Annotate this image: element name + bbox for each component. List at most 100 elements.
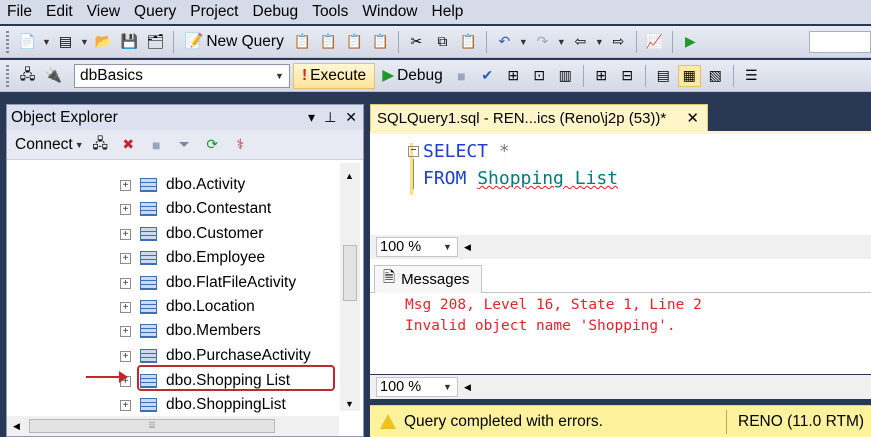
undo-icon[interactable]: ↶ [493,31,516,53]
chevron-down-icon[interactable]: ▼ [42,37,51,47]
stop-icon[interactable]: ■ [450,65,473,87]
activity-monitor-icon[interactable]: ⚕ [229,134,252,156]
expand-icon[interactable]: + [120,325,131,337]
results-to-grid-icon[interactable]: ▦ [677,64,701,87]
execute-button[interactable]: ! Execute [293,62,376,89]
filter-icon[interactable]: ⏷ [173,134,196,156]
menu-file[interactable]: File [0,0,39,24]
dmx-query-icon[interactable]: 📋 [343,31,366,53]
menu-window[interactable]: Window [355,0,424,24]
solution-configuration-box[interactable] [809,30,871,53]
tree-item-flatfileactivity[interactable]: + dbo.FlatFileActivity [120,272,296,294]
tree-item-employee[interactable]: + dbo.Employee [120,247,265,269]
tree-item-location[interactable]: + dbo.Location [120,296,255,318]
table-icon [140,324,157,338]
menu-view[interactable]: View [80,0,127,24]
scroll-left-icon[interactable]: ◀ [464,242,471,253]
open-folder-icon[interactable]: 📂 [92,31,115,53]
scroll-thumb[interactable] [343,245,357,301]
include-actual-plan-icon[interactable]: ⊞ [590,65,613,87]
tab-sqlquery1[interactable]: SQLQuery1.sql - REN...ics (Reno\j2p (53)… [370,104,708,131]
query-editor[interactable]: − SELECT * FROM Shopping List [370,131,871,235]
expand-icon[interactable]: + [120,228,131,240]
navigate-backward-icon[interactable]: ⇦ [569,31,592,53]
results-to-file-icon[interactable]: ▧ [704,65,727,87]
copy-icon[interactable]: ⧉ [431,31,454,53]
database-engine-query-icon[interactable]: 📋 [291,31,314,53]
scroll-left-icon[interactable]: ◀ [13,421,20,432]
parse-checkmark-icon[interactable]: ✔ [476,65,499,87]
horizontal-scrollbar[interactable]: ◀ ⦙⦙⦙ [7,416,339,436]
cut-icon[interactable]: ✂ [405,31,428,53]
tab-messages[interactable]: 🗎 Messages [374,265,482,293]
tree-item-members[interactable]: + dbo.Members [120,320,261,342]
connect-button[interactable]: Connect ▼ [15,136,84,154]
debug-button[interactable]: ▶ Debug [378,64,447,88]
include-client-statistics-icon[interactable]: ⊟ [616,65,639,87]
database-select[interactable]: dbBasics ▼ [74,63,290,88]
display-estimated-plan-icon[interactable]: ⊞ [502,65,525,87]
pin-icon[interactable]: ⊥ [324,109,336,126]
chevron-down-icon[interactable]: ▼ [595,37,604,47]
expand-icon[interactable]: + [120,277,131,289]
query-designer-icon[interactable]: ⊡ [528,65,551,87]
scroll-down-icon[interactable]: ▼ [345,399,354,409]
chevron-down-icon[interactable]: ▼ [80,37,89,47]
mdx-query-icon[interactable]: 📋 [317,31,340,53]
menu-query[interactable]: Query [127,0,183,24]
expand-icon[interactable]: + [120,399,131,411]
close-icon[interactable]: ✕ [345,109,357,126]
toolbar-grip[interactable] [6,64,9,87]
scroll-thumb[interactable]: ⦙⦙⦙ [29,419,275,433]
expand-icon[interactable]: + [120,203,131,215]
chevron-down-icon[interactable]: ▼ [557,37,566,47]
navigate-forward-icon[interactable]: ⇨ [607,31,630,53]
chevron-down-icon[interactable]: ▼ [519,37,528,47]
menu-debug[interactable]: Debug [246,0,306,24]
tree-item-activity[interactable]: + dbo.Activity [120,174,245,196]
new-query-button[interactable]: 📝 New Query [180,30,288,54]
tree-item-shoppinglist[interactable]: + dbo.ShoppingList [120,394,286,416]
results-to-text-icon[interactable]: ▤ [652,65,675,87]
exclamation-icon: ! [302,66,308,84]
activity-monitor-icon[interactable]: 📈 [643,31,666,53]
vertical-scrollbar[interactable]: ▲ ▼ [340,163,360,411]
menu-help[interactable]: Help [425,0,471,24]
refresh-icon[interactable]: ⟳ [201,134,224,156]
scroll-left-icon[interactable]: ◀ [464,382,471,393]
chevron-down-icon: ▼ [74,139,84,150]
editor-zoom-select[interactable]: 100 % ▼ [376,237,458,257]
paste-icon[interactable]: 📋 [457,31,480,53]
stop-icon[interactable]: ■ [145,134,168,156]
save-all-icon[interactable]: 🗂 [144,31,167,53]
menu-tools[interactable]: Tools [305,0,355,24]
connect-icon[interactable]: 🖧 [16,65,39,87]
tree-item-customer[interactable]: + dbo.Customer [120,223,263,245]
expand-icon[interactable]: + [120,350,131,362]
expand-icon[interactable]: + [120,301,131,313]
server-name: RENO (11.0 RTM) [738,412,865,430]
window-position-icon[interactable]: ▾ [308,109,315,126]
scroll-up-icon[interactable]: ▲ [345,171,354,181]
tree-item-purchaseactivity[interactable]: + dbo.PurchaseActivity [120,345,311,367]
change-connection-icon[interactable]: 🔌 [42,65,65,87]
expand-icon[interactable]: + [120,179,131,191]
toolbar-grip[interactable] [6,30,9,53]
intellisense-icon[interactable]: ▥ [554,65,577,87]
messages-zoom-select[interactable]: 100 % ▼ [376,377,458,397]
menu-project[interactable]: Project [183,0,245,24]
start-debugging-icon[interactable]: ▶ [679,31,702,53]
new-project-icon[interactable]: 📄 [16,31,39,53]
expand-icon[interactable]: + [120,252,131,264]
comment-lines-icon[interactable]: ☰ [740,65,763,87]
save-icon[interactable]: 💾 [118,31,141,53]
menu-edit[interactable]: Edit [39,0,80,24]
connect-server-icon[interactable]: 🖧 [89,134,112,156]
disconnect-icon[interactable]: ✖ [117,134,140,156]
add-item-icon[interactable]: ▤ [54,31,77,53]
tree-item-contestant[interactable]: + dbo.Contestant [120,198,271,220]
xmla-query-icon[interactable]: 📋 [369,31,392,53]
close-icon[interactable]: ✕ [686,109,699,127]
redo-icon[interactable]: ↷ [531,31,554,53]
collapse-icon[interactable]: − [408,146,419,157]
